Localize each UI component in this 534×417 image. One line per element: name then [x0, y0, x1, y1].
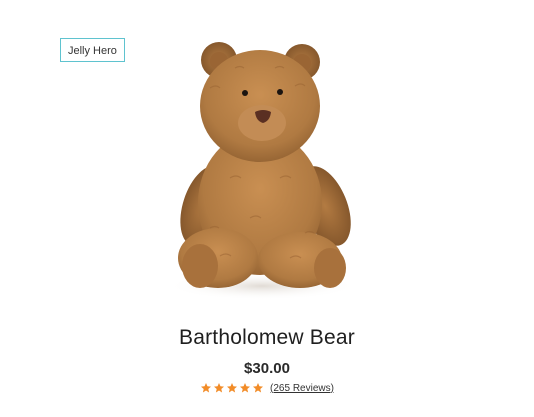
star-rating	[200, 382, 264, 394]
product-badge: Jelly Hero	[60, 38, 125, 62]
star-icon	[240, 383, 251, 393]
teddy-bear-image[interactable]	[140, 28, 380, 308]
star-icon	[227, 383, 238, 393]
product-title[interactable]: Bartholomew Bear	[0, 326, 534, 350]
product-card[interactable]: Jelly Hero Bartholomew Bear $30.00 (265 …	[0, 0, 534, 417]
product-rating: (265 Reviews)	[0, 382, 534, 394]
star-icon	[214, 383, 225, 393]
product-price: $30.00	[244, 360, 290, 377]
star-icon	[253, 383, 264, 393]
star-icon	[201, 383, 212, 393]
reviews-link[interactable]: (265 Reviews)	[270, 383, 334, 394]
